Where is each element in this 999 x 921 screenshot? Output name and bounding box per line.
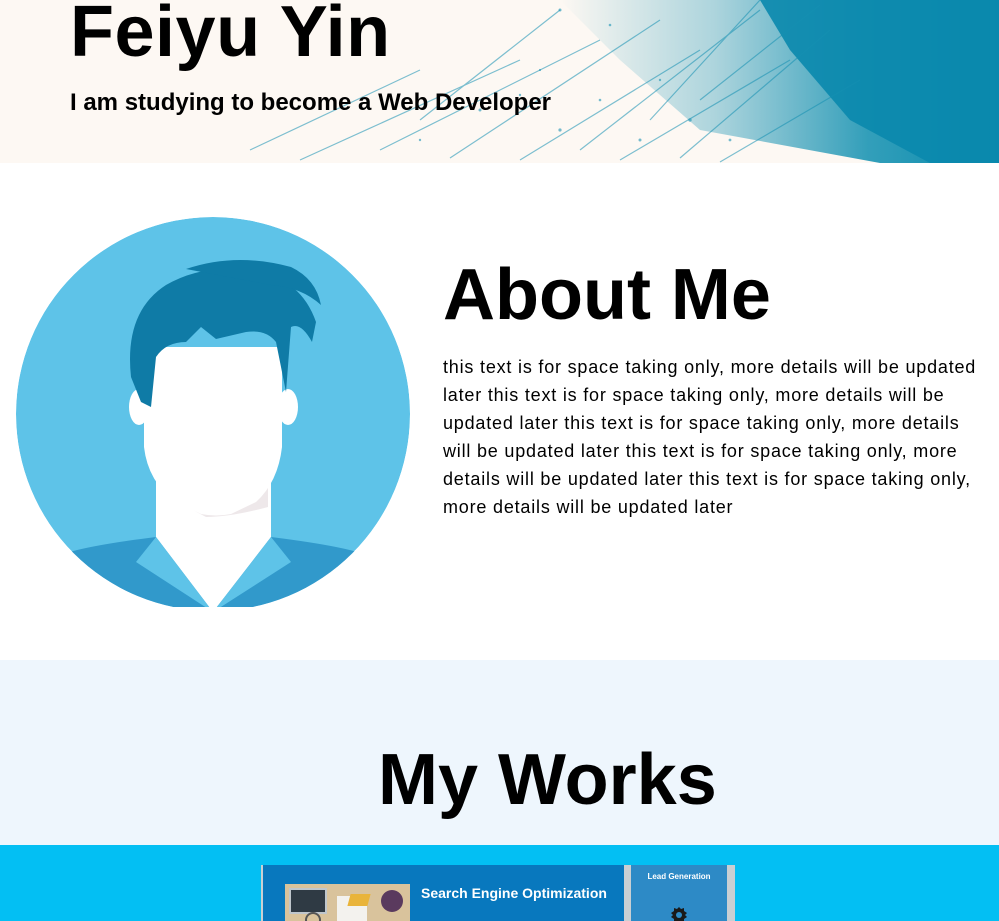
work-card-photo [285, 884, 410, 921]
hero-header: Feiyu Yin I am studying to become a Web … [0, 0, 999, 163]
work-card-side-title: Lead Generation [647, 872, 711, 881]
work-card-seo[interactable]: Search Engine Optimization Lead Generati… [261, 865, 735, 921]
work-card-banner: Search Engine Optimization [263, 865, 624, 921]
work-card-title: Search Engine Optimization [421, 885, 607, 901]
about-heading: About Me [443, 255, 771, 335]
gear-icon [671, 907, 687, 921]
about-section: About Me this text is for space taking o… [0, 163, 999, 660]
avatar-illustration [16, 217, 410, 607]
work-card-side-panel: Lead Generation [631, 865, 727, 921]
works-section: My Works [0, 660, 999, 845]
hero-tagline: I am studying to become a Web Developer [70, 89, 552, 116]
works-heading: My Works [378, 740, 717, 820]
site-owner-name: Feiyu Yin [70, 0, 391, 72]
works-gallery: Search Engine Optimization Lead Generati… [0, 845, 999, 921]
about-description: this text is for space taking only, more… [443, 357, 977, 517]
